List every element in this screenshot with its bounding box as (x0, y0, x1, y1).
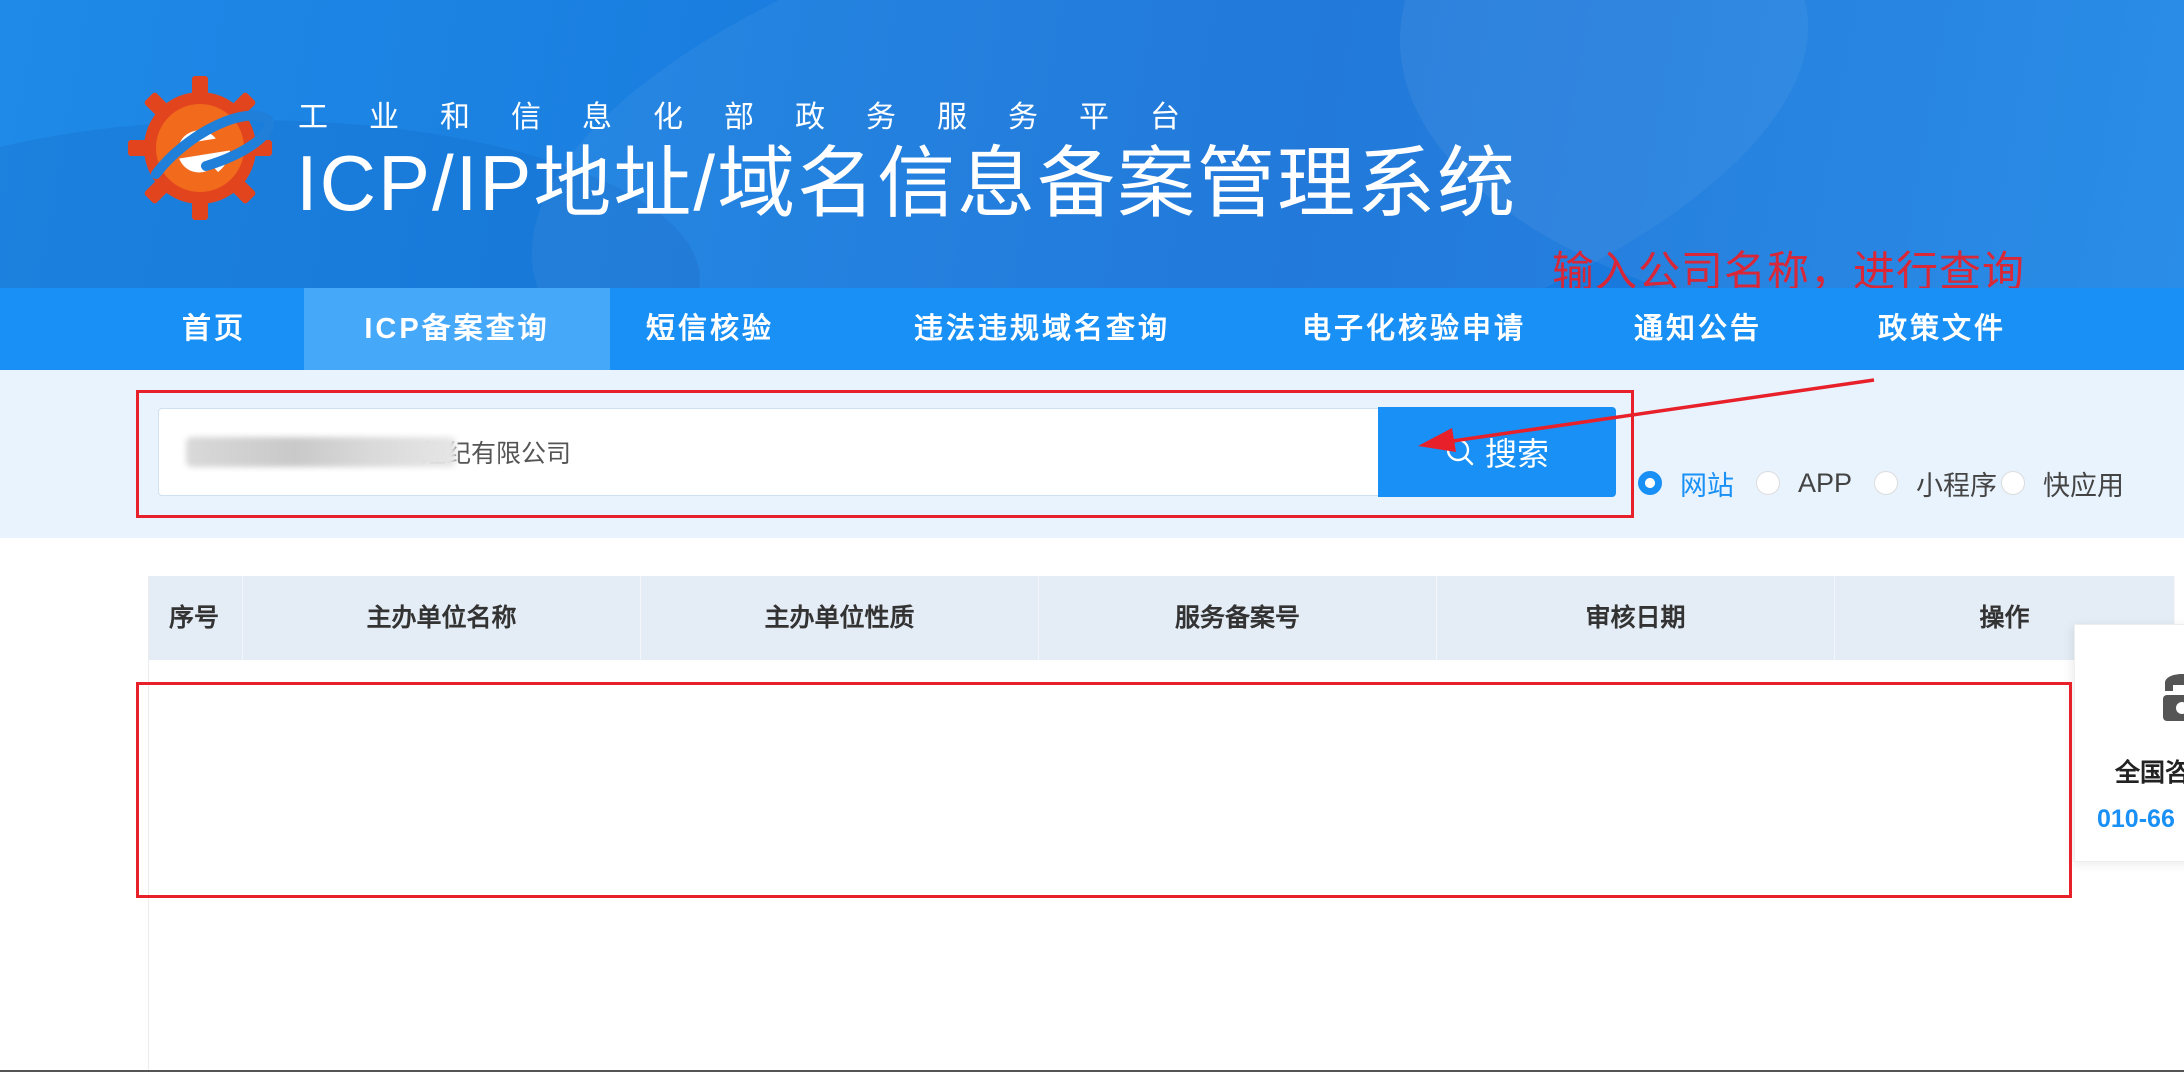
subtitle-char: 和 (440, 101, 470, 134)
radio-dot (1638, 471, 1662, 495)
nav-sms-verify[interactable]: 短信核验 (640, 288, 780, 370)
nav-electronic-verify[interactable]: 电子化核验申请 (1280, 288, 1548, 370)
subtitle-char: 平 (1079, 101, 1109, 134)
radio-label: 网站 (1680, 470, 1734, 501)
subtitle-char: 工 (298, 101, 328, 134)
subtitle-char: 息 (582, 101, 612, 134)
radio-quick-app[interactable]: 快应用 (2001, 464, 2124, 503)
table-header: 序号 主办单位名称 主办单位性质 服务备案号 审核日期 操作 (149, 576, 2175, 660)
subtitle-char: 信 (511, 101, 541, 134)
annotation-label: 输入公司名称，进行查询 (1552, 248, 2026, 288)
miit-logo-icon (128, 76, 274, 220)
subtitle-char: 化 (653, 101, 683, 134)
nav-policy-docs[interactable]: 政策文件 (1864, 288, 2020, 370)
subtitle-char: 台 (1150, 101, 1180, 134)
contact-card[interactable]: 全国咨 010-66 (2074, 624, 2184, 862)
search-button[interactable]: 搜索 (1378, 407, 1616, 497)
radio-dot (1756, 471, 1780, 495)
system-title: ICP/IP地址/域名信息备案管理系统 (296, 139, 1518, 227)
column-header-license-no: 服务备案号 (1039, 576, 1437, 660)
subtitle-char: 业 (369, 101, 399, 134)
subtitle-char: 务 (866, 101, 896, 134)
nav-home[interactable]: 首页 (150, 288, 278, 370)
column-header-index: 序号 (149, 576, 243, 660)
search-icon (1446, 438, 1474, 466)
radio-label: 快应用 (2043, 470, 2125, 501)
radio-website[interactable]: 网站 (1638, 464, 1734, 503)
search-type-radio-group: 网站 APP 小程序 快应用 (1638, 464, 2146, 503)
main-nav: 首页 ICP备案查询 短信核验 违法违规域名查询 电子化核验申请 通知公告 政策… (0, 288, 2184, 370)
subtitle-char: 服 (937, 101, 967, 134)
radio-label: APP (1798, 467, 1853, 498)
contact-label: 全国咨 (2115, 759, 2184, 787)
radio-label: 小程序 (1916, 470, 1998, 501)
search-button-label: 搜索 (1484, 436, 1549, 472)
column-header-review-date: 审核日期 (1437, 576, 1835, 660)
radio-mini-program[interactable]: 小程序 (1874, 464, 1997, 503)
subtitle-char: 部 (724, 101, 754, 134)
radio-app[interactable]: APP (1756, 468, 1852, 499)
obscured-text (186, 437, 456, 467)
header-banner: 工 业 和 信 息 化 部 政 务 服 务 平 台 ICP/IP地址/域名信息备案管理系统 输入公司名称… (0, 0, 2184, 288)
radio-dot (2001, 471, 2026, 495)
contact-phone: 010-66 (2097, 805, 2175, 833)
ministry-subtitle: 工业和信息化部政务服务平台 (298, 92, 1221, 136)
nav-illegal-domain-query[interactable]: 违法违规域名查询 (892, 288, 1192, 370)
nav-notices[interactable]: 通知公告 (1620, 288, 1776, 370)
nav-icp-query[interactable]: ICP备案查询 (304, 288, 610, 370)
column-header-org-name: 主办单位名称 (243, 576, 641, 660)
subtitle-char: 政 (795, 101, 825, 134)
phone-icon (2163, 674, 2184, 721)
subtitle-char: 务 (1008, 101, 1038, 134)
radio-dot (1874, 471, 1899, 495)
results-table: 序号 主办单位名称 主办单位性质 服务备案号 审核日期 操作 (148, 576, 2175, 1072)
column-header-org-type: 主办单位性质 (641, 576, 1039, 660)
